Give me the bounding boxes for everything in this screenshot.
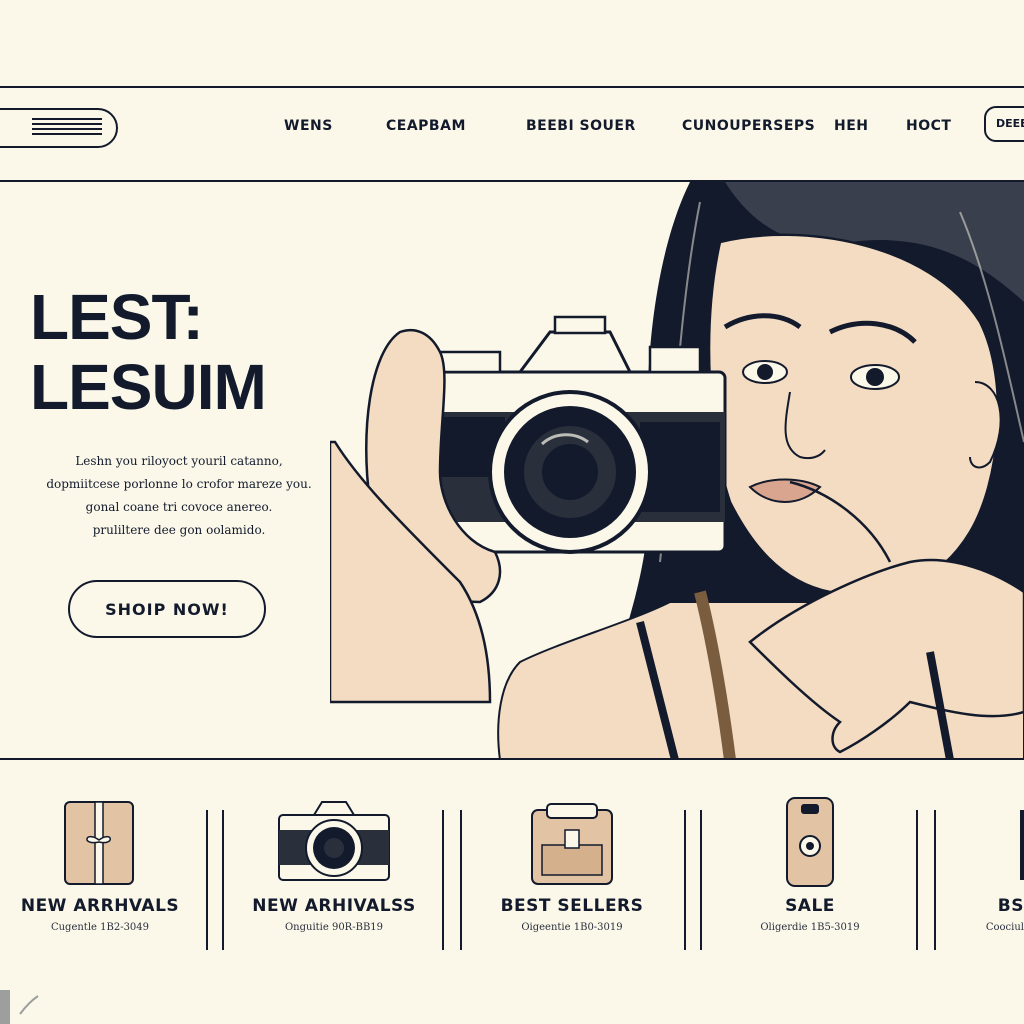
nav-item-1[interactable]: WENS bbox=[284, 118, 333, 134]
category-divider bbox=[222, 810, 224, 950]
category-title: BS bbox=[997, 896, 1024, 916]
top-navbar: WENS CEAPBAM BEEBI SOUER CUNOUPERSEPS HE… bbox=[0, 86, 1024, 182]
category-partial[interactable]: BS Coociul bbox=[960, 790, 1024, 933]
category-subtitle: Coociul bbox=[985, 922, 1024, 933]
nav-item-2[interactable]: CEAPBAM bbox=[386, 118, 466, 134]
nav-item-6[interactable]: HOCT bbox=[906, 118, 951, 134]
category-divider bbox=[916, 810, 918, 950]
shop-now-button[interactable]: SHOIP NOW! bbox=[68, 580, 266, 638]
category-best-sellers[interactable]: BEST SELLERS Oigeentie 1B0-3019 bbox=[494, 790, 650, 933]
hero-desc-line: pruliltere dee gon oolamido. bbox=[92, 523, 266, 537]
category-subtitle: Oligerdie 1B5-3019 bbox=[760, 922, 860, 933]
category-new-arrivals-2[interactable]: NEW ARHIVALSS Onguitie 90R-BB19 bbox=[250, 790, 418, 933]
category-new-arrivals-1[interactable]: NEW ARRHVALS Cugentle 1B2-3049 bbox=[20, 790, 180, 933]
category-subtitle: Oigeentie 1B0-3019 bbox=[521, 922, 623, 933]
hero-desc-line: gonal coane tri covoce anereo. bbox=[85, 500, 273, 514]
camera-bag-icon bbox=[531, 803, 613, 885]
hero-bottom-divider bbox=[0, 758, 1024, 760]
nav-item-4[interactable]: CUNOUPERSEPS bbox=[682, 118, 815, 134]
nav-item-5[interactable]: HEH bbox=[834, 118, 869, 134]
wallet-gift-icon bbox=[64, 801, 134, 885]
category-divider bbox=[934, 810, 936, 950]
category-divider bbox=[460, 810, 462, 950]
header-action-button[interactable]: DEEE bbox=[984, 106, 1024, 142]
category-sale[interactable]: SALE Oligerdie 1B5-3019 bbox=[735, 790, 885, 933]
category-subtitle: Onguitie 90R-BB19 bbox=[284, 922, 384, 933]
category-divider bbox=[700, 810, 702, 950]
hero-desc-line: dopmiitcese porlonne lo crofor mareze yo… bbox=[46, 477, 312, 491]
category-divider bbox=[442, 810, 444, 950]
category-divider bbox=[206, 810, 208, 950]
hero-description: Leshn you riloyoct youril catanno, dopmi… bbox=[34, 450, 324, 542]
hero-title-line1: LEST: bbox=[30, 281, 204, 353]
logo-lines-icon bbox=[32, 118, 102, 140]
partial-product-icon bbox=[1020, 810, 1024, 880]
category-title: BEST SELLERS bbox=[500, 896, 644, 916]
hero-photographer-illustration bbox=[330, 182, 1024, 760]
hero-title-line2: LESUIM bbox=[30, 351, 267, 423]
category-subtitle: Cugentle 1B2-3049 bbox=[50, 922, 150, 933]
hero-desc-line: Leshn you riloyoct youril catanno, bbox=[75, 454, 283, 468]
phone-icon bbox=[786, 797, 834, 887]
category-divider bbox=[684, 810, 686, 950]
logo-search-pill[interactable] bbox=[0, 108, 118, 148]
hero-title: LEST: LESUIM bbox=[30, 281, 267, 423]
camera-icon bbox=[278, 801, 390, 881]
category-title: NEW ARHIVALSS bbox=[252, 896, 416, 916]
category-title: SALE bbox=[785, 896, 835, 916]
corner-mark-icon bbox=[0, 990, 39, 1024]
nav-item-3[interactable]: BEEBI SOUER bbox=[526, 118, 636, 134]
category-title: NEW ARRHVALS bbox=[20, 896, 180, 916]
